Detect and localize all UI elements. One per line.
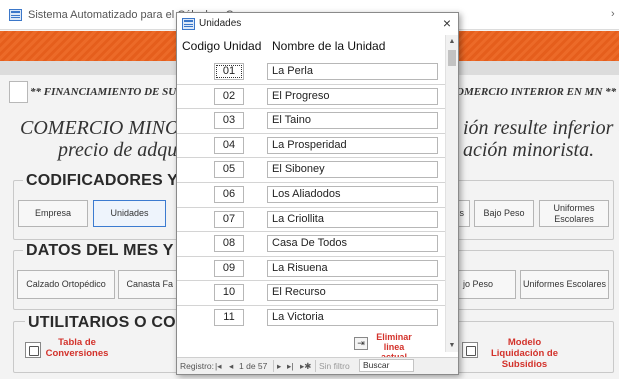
record-navigation-bar: Registro: |◂ ◂ 1 de 57 ▸ ▸| ▸✱ Sin filtr…: [177, 357, 458, 374]
codigo-field[interactable]: 08: [214, 235, 244, 253]
nombre-field[interactable]: La Victoria: [267, 309, 438, 326]
nombre-field[interactable]: El Taino: [267, 112, 438, 130]
nombre-field[interactable]: Casa De Todos: [267, 235, 438, 253]
bajo-peso-datos-button[interactable]: jo Peso: [450, 270, 516, 299]
record-position[interactable]: 1 de 57: [239, 361, 267, 371]
nombre-field[interactable]: El Siboney: [267, 161, 438, 179]
table-row[interactable]: 11 La Victoria: [177, 306, 445, 328]
report-icon[interactable]: [462, 342, 478, 358]
table-row[interactable]: 02 El Progreso: [177, 85, 445, 110]
nombre-field[interactable]: La Risuena: [267, 259, 438, 277]
next-record-button[interactable]: ▸: [277, 361, 281, 372]
codigo-field[interactable]: 01: [214, 63, 244, 80]
form-footer: ⇥ Eliminar linea actual: [177, 328, 445, 362]
codigo-field[interactable]: 06: [214, 186, 244, 203]
nombre-field[interactable]: Los Aliadodos: [267, 186, 438, 203]
table-row[interactable]: 05 El Siboney: [177, 158, 445, 183]
page-title-continuation: ión resulte inferior al: [463, 117, 619, 139]
financiamiento-label: ** FINANCIAMIENTO DE SUBSI: [30, 86, 194, 98]
filter-status[interactable]: Sin filtro: [319, 361, 350, 371]
calzado-ortopedico-button[interactable]: Calzado Ortopédico: [17, 270, 115, 299]
codigo-field[interactable]: 03: [214, 112, 244, 130]
modelo-liquidacion-link[interactable]: Modelo Liquidación de Subsidios: [482, 337, 567, 370]
unidades-dialog: Unidades × Codigo Unidad Nombre de la Un…: [176, 12, 459, 375]
codigo-field[interactable]: 05: [214, 161, 244, 179]
report-icon[interactable]: [25, 342, 41, 358]
codigo-field[interactable]: 10: [214, 284, 244, 302]
new-record-button[interactable]: ▸✱: [300, 361, 311, 372]
table-row[interactable]: 06 Los Aliadodos: [177, 183, 445, 208]
canasta-familiar-button[interactable]: Canasta Fa: [118, 270, 178, 299]
record-selector[interactable]: [9, 81, 28, 103]
nombre-field[interactable]: El Recurso: [267, 284, 438, 302]
dialog-titlebar: Unidades ×: [177, 13, 458, 35]
codigo-field[interactable]: 07: [214, 210, 244, 228]
last-record-button[interactable]: ▸|: [287, 361, 293, 372]
comercio-interior-label: OMERCIO INTERIOR EN MN **: [456, 86, 617, 98]
codigo-field[interactable]: 09: [214, 259, 244, 277]
column-header-codigo: Codigo Unidad: [182, 39, 262, 53]
nombre-field[interactable]: La Perla: [267, 63, 438, 80]
main-close-icon[interactable]: ›: [611, 8, 615, 20]
table-row[interactable]: 04 La Prosperidad: [177, 134, 445, 159]
form-icon: [9, 9, 22, 21]
table-row[interactable]: 03 El Taino: [177, 109, 445, 134]
search-input[interactable]: Buscar: [359, 359, 414, 372]
scroll-up-icon[interactable]: ▲: [446, 35, 458, 48]
table-row[interactable]: 07 La Criollita: [177, 208, 445, 233]
table-row[interactable]: 01 La Perla: [177, 60, 445, 85]
uniformes-escolares-datos-button[interactable]: Uniformes Escolares: [520, 270, 609, 299]
scrollbar-thumb[interactable]: [448, 50, 456, 66]
column-header-row: Codigo Unidad Nombre de la Unidad: [177, 35, 458, 60]
dialog-title: Unidades: [199, 18, 242, 29]
registro-label: Registro:: [180, 361, 215, 371]
records-list: 01 La Perla 02 El Progreso 03 El Taino 0…: [177, 60, 445, 328]
tabla-conversiones-link[interactable]: Tabla de Conversiones: [42, 337, 112, 359]
scroll-down-icon[interactable]: ▼: [446, 339, 458, 352]
codigo-field[interactable]: 02: [214, 87, 244, 105]
prev-record-button[interactable]: ◂: [229, 361, 233, 372]
table-row[interactable]: 10 El Recurso: [177, 281, 445, 306]
column-header-nombre: Nombre de la Unidad: [272, 39, 386, 53]
form-icon: [182, 18, 195, 30]
page-subtitle-continuation: ación minorista.: [463, 139, 595, 161]
nombre-field[interactable]: La Prosperidad: [267, 136, 438, 154]
table-row[interactable]: 09 La Risuena: [177, 257, 445, 282]
nav-separator: [315, 360, 316, 372]
uniformes-escolares-button[interactable]: Uniformes Escolares: [539, 200, 609, 227]
nav-separator: [273, 360, 274, 372]
bajo-peso-button[interactable]: Bajo Peso: [474, 200, 534, 227]
codigo-field[interactable]: 11: [214, 309, 244, 326]
vertical-scrollbar[interactable]: ▲ ▼: [445, 35, 458, 352]
close-icon[interactable]: ×: [439, 16, 455, 30]
codigo-field[interactable]: 04: [214, 136, 244, 154]
table-row[interactable]: 08 Casa De Todos: [177, 232, 445, 257]
unidades-button[interactable]: Unidades: [93, 200, 166, 227]
first-record-button[interactable]: |◂: [215, 361, 221, 372]
nombre-field[interactable]: La Criollita: [267, 210, 438, 228]
nombre-field[interactable]: El Progreso: [267, 87, 438, 105]
empresa-button[interactable]: Empresa: [18, 200, 88, 227]
delete-row-icon[interactable]: ⇥: [354, 337, 368, 350]
